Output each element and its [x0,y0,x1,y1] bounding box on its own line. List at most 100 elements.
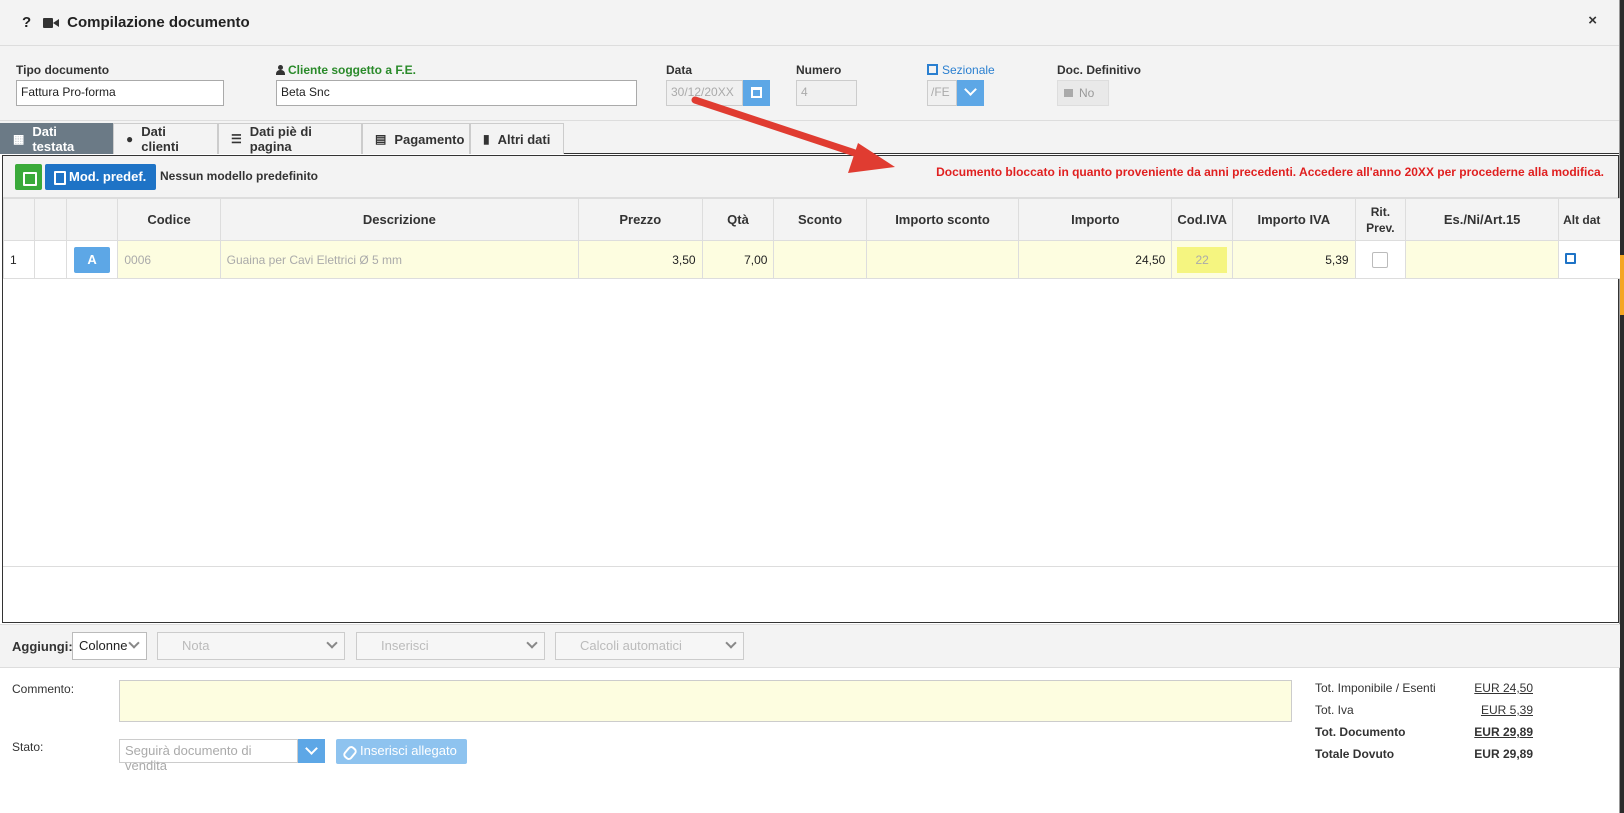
user-icon [276,65,285,75]
chevron-down-icon [326,637,338,649]
cliente-field: Cliente soggetto a F.E. Beta Snc [276,63,637,106]
cliente-input[interactable]: Beta Snc [276,80,637,106]
document-fields: Tipo documento Fattura Pro-forma Cliente… [0,46,1619,121]
numero-label: Numero [796,63,842,77]
rit-prev-cell [1354,240,1407,279]
col-header-importo-sconto[interactable]: Importo sconto [865,198,1020,241]
tipo-documento-input[interactable]: Fattura Pro-forma [16,80,224,106]
doc-definitivo-field: Doc. Definitivo No [1057,63,1141,106]
user-icon: ● [126,132,134,146]
model-default-button[interactable]: Mod. predef. [45,164,157,190]
tipo-documento-label: Tipo documento [16,63,110,77]
col-header-descrizione[interactable]: Descrizione [219,198,580,241]
modal-title: Compilazione documento [67,14,250,31]
totale-dovuto-value: EUR 29,89 [1474,747,1533,761]
calendar-icon: ▤ [375,132,387,146]
background-edge [1620,0,1624,813]
tot-documento-value[interactable]: EUR 29,89 [1474,725,1533,739]
stato-input[interactable]: Seguirà documento di vendita [119,739,298,773]
numero-field: Numero 4 [796,63,857,106]
chevron-down-icon[interactable] [957,80,984,106]
col-header-qta[interactable]: Qtà [701,198,775,241]
nota-select[interactable]: Nota [157,632,345,660]
calendar-icon[interactable] [743,80,770,106]
codice-cell[interactable]: 0006 [117,240,221,279]
col-header-prezzo[interactable]: Prezzo [578,198,703,241]
qta-cell[interactable]: 7,00 [701,240,775,279]
add-bar: Aggiungi: Colonne Nota Inserisci Calcoli… [0,624,1620,668]
col-header-sconto[interactable]: Sconto [773,198,867,241]
document-modal: ? Compilazione documento × Tipo document… [0,0,1623,813]
sezionale-field: Sezionale /FE [927,63,995,106]
edit-icon[interactable] [1565,252,1577,264]
table-row[interactable]: 1 A 0006 Guaina per Cavi Elettrici Ø 5 m… [2,240,1623,279]
colonne-select[interactable]: Colonne [72,632,147,660]
numero-input[interactable]: 4 [796,80,857,106]
edit-icon [927,64,938,75]
tab-pagamento[interactable]: ▤ Pagamento [362,123,470,154]
importo-iva-cell[interactable]: 5,39 [1232,240,1356,279]
chevron-down-icon [526,637,538,649]
row-type-button[interactable]: A [74,246,111,273]
col-header-codice[interactable]: Codice [117,198,221,241]
data-field: Data 30/12/20XX [666,63,770,106]
commento-label: Commento: [12,682,75,696]
panel-footer [3,566,1618,622]
close-icon[interactable]: × [1588,12,1597,29]
tot-documento: Tot. Documento EUR 29,89 [1315,725,1533,739]
aggiungi-label: Aggiungi: [12,639,73,654]
cod-iva-value: 22 [1177,246,1228,273]
sconto-cell[interactable] [773,240,867,279]
cliente-label: Cliente soggetto a F.E. [276,63,637,77]
save-button[interactable] [15,164,42,190]
doc-definitivo-toggle[interactable]: No [1057,80,1109,106]
tab-dati-testata[interactable]: ▦ Dati testata [0,123,113,154]
calcoli-select[interactable]: Calcoli automatici [555,632,744,660]
rows-panel: Mod. predef. Nessun modello predefinito … [2,155,1623,623]
tab-dati-pie-pagina[interactable]: ☰ Dati piè di pagina [218,123,362,154]
inserisci-select[interactable]: Inserisci [356,632,545,660]
prezzo-cell[interactable]: 3,50 [578,240,703,279]
rows-toolbar: Mod. predef. Nessun modello predefinito … [3,156,1618,198]
chevron-down-icon [128,637,140,649]
video-camera-icon[interactable] [43,17,60,28]
tab-dati-clienti[interactable]: ● Dati clienti [113,123,218,154]
importo-sconto-cell[interactable] [865,240,1020,279]
inserisci-allegato-button[interactable]: Inserisci allegato [336,739,467,764]
col-header-cod-iva[interactable]: Cod.IVA [1171,198,1234,241]
locked-warning: Documento bloccato in quanto proveniente… [936,165,1604,179]
col-header-altri-dati[interactable]: Alt dat [1558,198,1623,241]
col-header [34,198,67,241]
doc-definitivo-label: Doc. Definitivo [1057,63,1142,77]
model-status-text: Nessun modello predefinito [160,169,319,183]
sezionale-input[interactable]: /FE [927,80,957,106]
stato-label: Stato: [12,740,44,754]
data-input[interactable]: 30/12/20XX [666,80,743,106]
cod-iva-cell[interactable]: 22 [1171,240,1234,279]
totale-dovuto: Totale Dovuto EUR 29,89 [1315,747,1533,761]
commento-textarea[interactable] [119,680,1292,722]
rit-prev-checkbox[interactable] [1372,251,1389,268]
sezionale-label[interactable]: Sezionale [927,63,995,77]
col-header-importo-iva[interactable]: Importo IVA [1232,198,1356,241]
modal-header: ? Compilazione documento × [0,0,1619,46]
stato-dropdown-button[interactable] [298,739,325,763]
tab-bar: ▦ Dati testata ● Dati clienti ☰ Dati piè di… [0,121,1619,154]
table-icon: ▦ [13,132,25,146]
row-type-cell: A [65,240,119,279]
row-handle[interactable] [34,240,67,279]
rows-table: Codice Descrizione Prezzo Qtà Sconto Imp… [2,198,1623,279]
tot-imponibile-value[interactable]: EUR 24,50 [1474,681,1533,695]
descrizione-cell[interactable]: Guaina per Cavi Elettrici Ø 5 mm [219,240,580,279]
col-header-esenzione[interactable]: Es./Ni/Art.15 [1405,198,1560,241]
tab-altri-dati[interactable]: ▮ Altri dati [470,123,564,154]
col-header-importo[interactable]: Importo [1018,198,1173,241]
esenzione-cell[interactable] [1405,240,1560,279]
chevron-down-icon [725,637,737,649]
altri-dati-cell [1558,240,1623,279]
col-header-rit-prev[interactable]: Rit. Prev. [1354,198,1407,241]
importo-cell[interactable]: 24,50 [1018,240,1173,279]
tot-iva-value[interactable]: EUR 5,39 [1481,703,1533,717]
help-icon[interactable]: ? [22,14,31,31]
col-header [2,198,36,241]
